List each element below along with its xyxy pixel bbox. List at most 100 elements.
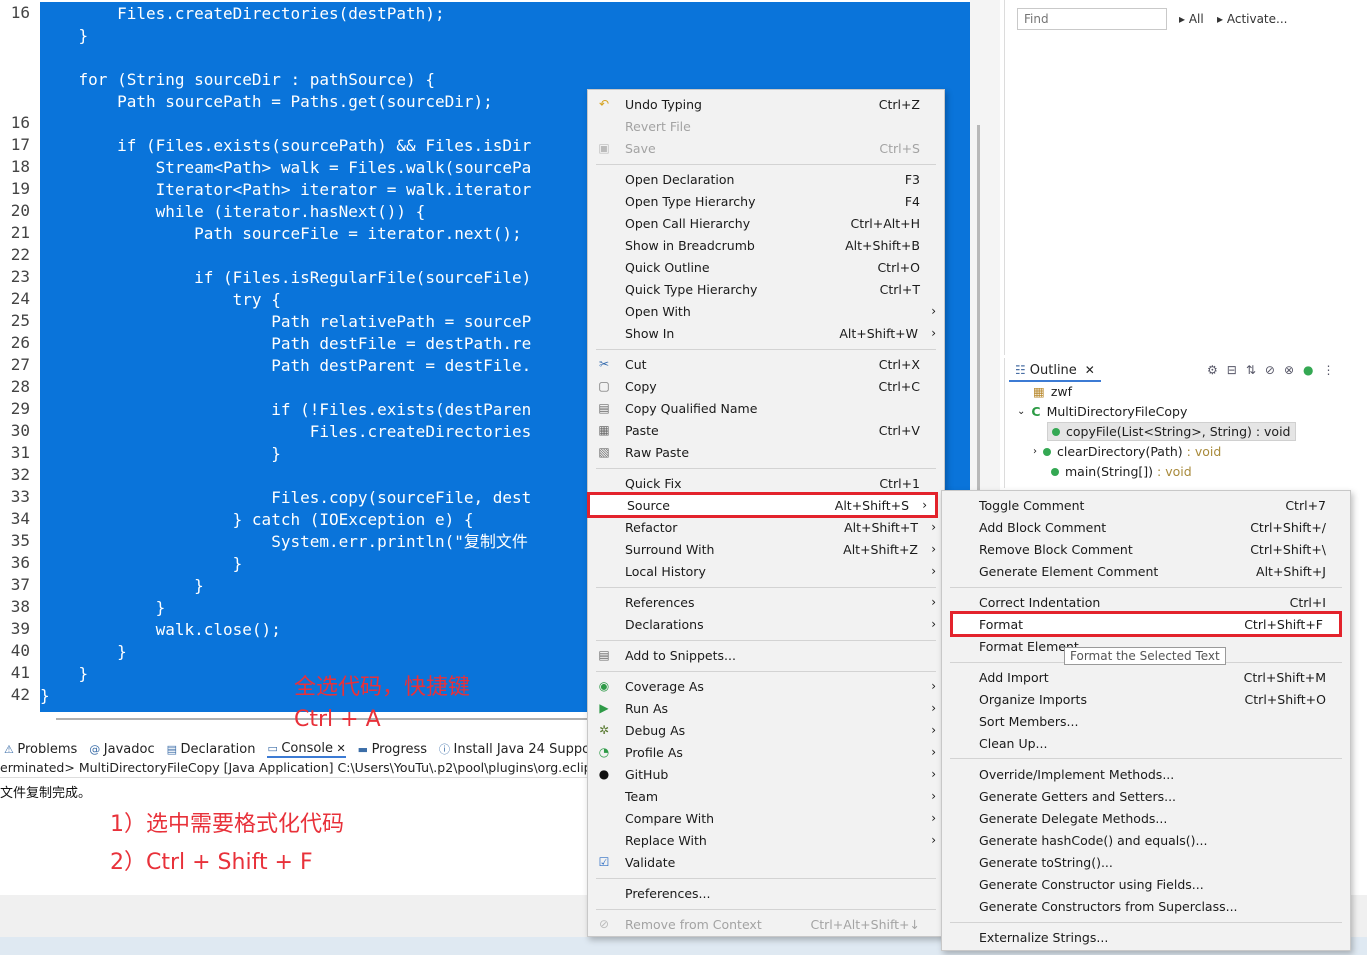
code-line[interactable]: } bbox=[40, 553, 243, 575]
menu-item-replace-with[interactable]: Replace With › bbox=[588, 829, 944, 851]
menu-item-profile-as[interactable]: ◔ Profile As › bbox=[588, 741, 944, 763]
source-item-externalize-strings[interactable]: Externalize Strings... bbox=[942, 926, 1350, 948]
menu-item-team[interactable]: Team › bbox=[588, 785, 944, 807]
tab-outline[interactable]: ☷ Outline ✕ bbox=[1009, 360, 1101, 382]
menu-item-raw-paste[interactable]: ▧ Raw Paste bbox=[588, 441, 944, 463]
tab-progress[interactable]: ▬ Progress bbox=[358, 742, 427, 757]
code-line[interactable]: for (String sourceDir : pathSource) { bbox=[40, 69, 435, 91]
menu-item-source[interactable]: Source Alt+Shift+S › bbox=[587, 492, 938, 518]
outline-item-method[interactable]: › clearDirectory(Path) : void bbox=[1033, 444, 1221, 459]
source-item-add-block-comment[interactable]: Add Block Comment Ctrl+Shift+/ bbox=[942, 516, 1350, 538]
code-line[interactable]: Stream<Path> walk = Files.walk(sourcePa bbox=[40, 157, 532, 179]
source-item-generate-delegate-methods[interactable]: Generate Delegate Methods... bbox=[942, 807, 1350, 829]
outline-item-package[interactable]: ▦ zwf bbox=[1033, 384, 1072, 399]
code-line[interactable]: } catch (IOException e) { bbox=[40, 509, 474, 531]
source-item-add-import[interactable]: Add Import Ctrl+Shift+M bbox=[942, 666, 1350, 688]
menu-item-refactor[interactable]: Refactor Alt+Shift+T › bbox=[588, 516, 944, 538]
tab-javadoc[interactable]: @ Javadoc bbox=[89, 742, 154, 757]
menu-item-run-as[interactable]: ▶ Run As › bbox=[588, 697, 944, 719]
close-icon[interactable]: ✕ bbox=[333, 742, 345, 755]
outline-item-class[interactable]: ⌄ C MultiDirectoryFileCopy bbox=[1017, 404, 1187, 419]
code-line[interactable]: } bbox=[40, 575, 204, 597]
tab-console[interactable]: ▭ Console ✕ bbox=[267, 741, 346, 758]
source-item-generate-constructor-using-fields[interactable]: Generate Constructor using Fields... bbox=[942, 873, 1350, 895]
view-menu-icon[interactable]: ⋮ bbox=[1323, 363, 1335, 377]
source-item-override-implement-methods[interactable]: Override/Implement Methods... bbox=[942, 763, 1350, 785]
code-line[interactable]: Files.copy(sourceFile, dest bbox=[40, 487, 531, 509]
menu-item-open-declaration[interactable]: Open Declaration F3 bbox=[588, 168, 944, 190]
code-line[interactable]: while (iterator.hasNext()) { bbox=[40, 201, 426, 223]
source-item-correct-indentation[interactable]: Correct Indentation Ctrl+I bbox=[942, 591, 1350, 613]
chevron-down-icon[interactable]: ⌄ bbox=[1017, 406, 1025, 417]
tab-declaration[interactable]: ▤ Declaration bbox=[167, 742, 256, 757]
source-item-sort-members[interactable]: Sort Members... bbox=[942, 710, 1350, 732]
source-item-generate-constructors-from-superclass[interactable]: Generate Constructors from Superclass... bbox=[942, 895, 1350, 917]
menu-item-undo-typing[interactable]: ↶ Undo Typing Ctrl+Z bbox=[588, 93, 944, 115]
code-line[interactable]: Path destFile = destPath.re bbox=[40, 333, 531, 355]
code-line[interactable]: Path relativePath = sourceP bbox=[40, 311, 531, 333]
find-all-link[interactable]: ▸ All bbox=[1179, 12, 1204, 26]
code-line[interactable]: walk.close(); bbox=[40, 619, 281, 641]
code-line[interactable]: } bbox=[40, 597, 166, 619]
menu-item-save[interactable]: ▣ Save Ctrl+S bbox=[588, 137, 944, 159]
menu-item-copy-qualified-name[interactable]: ▤ Copy Qualified Name bbox=[588, 397, 944, 419]
code-line[interactable]: try { bbox=[40, 289, 281, 311]
focus-icon[interactable]: ⚙ bbox=[1207, 363, 1218, 377]
code-line[interactable]: Path sourcePath = Paths.get(sourceDir); bbox=[40, 91, 493, 113]
code-line[interactable]: System.err.println("复制文件 bbox=[40, 531, 528, 553]
close-icon[interactable]: ✕ bbox=[1085, 363, 1095, 377]
code-line[interactable]: Files.createDirectories bbox=[40, 421, 532, 443]
menu-item-github[interactable]: ● GitHub › bbox=[588, 763, 944, 785]
source-item-remove-block-comment[interactable]: Remove Block Comment Ctrl+Shift+\ bbox=[942, 538, 1350, 560]
code-line[interactable]: Path destParent = destFile. bbox=[40, 355, 531, 377]
source-item-clean-up[interactable]: Clean Up... bbox=[942, 732, 1350, 754]
menu-item-open-with[interactable]: Open With › bbox=[588, 300, 944, 322]
menu-item-revert-file[interactable]: Revert File bbox=[588, 115, 944, 137]
source-item-generate-element-comment[interactable]: Generate Element Comment Alt+Shift+J bbox=[942, 560, 1350, 582]
menu-item-remove-from-context[interactable]: ⊘ Remove from Context Ctrl+Alt+Shift+↓ bbox=[588, 913, 944, 935]
collapse-all-icon[interactable]: ⊟ bbox=[1227, 363, 1237, 377]
menu-item-quick-fix[interactable]: Quick Fix Ctrl+1 bbox=[588, 472, 944, 494]
code-line[interactable]: } bbox=[40, 685, 50, 707]
menu-item-declarations[interactable]: Declarations › bbox=[588, 613, 944, 635]
menu-item-validate[interactable]: ☑ Validate bbox=[588, 851, 944, 873]
menu-item-cut[interactable]: ✂ Cut Ctrl+X bbox=[588, 353, 944, 375]
menu-item-quick-outline[interactable]: Quick Outline Ctrl+O bbox=[588, 256, 944, 278]
menu-item-compare-with[interactable]: Compare With › bbox=[588, 807, 944, 829]
menu-item-copy[interactable]: ▢ Copy Ctrl+C bbox=[588, 375, 944, 397]
outline-item-method[interactable]: main(String[]) : void bbox=[1051, 464, 1192, 479]
find-input[interactable] bbox=[1017, 8, 1167, 30]
menu-item-preferences[interactable]: Preferences... bbox=[588, 882, 944, 904]
menu-item-open-type-hierarchy[interactable]: Open Type Hierarchy F4 bbox=[588, 190, 944, 212]
menu-item-debug-as[interactable]: ✲ Debug As › bbox=[588, 719, 944, 741]
source-item-generate-getters-and-setters[interactable]: Generate Getters and Setters... bbox=[942, 785, 1350, 807]
tab-install-java-24-support[interactable]: ⓘ Install Java 24 Support bbox=[439, 741, 600, 757]
hide-nonpublic-icon[interactable]: ● bbox=[1303, 363, 1313, 377]
code-line[interactable]: if (Files.isRegularFile(sourceFile) bbox=[40, 267, 531, 289]
menu-item-references[interactable]: References › bbox=[588, 591, 944, 613]
code-line[interactable]: if (!Files.exists(destParen bbox=[40, 399, 531, 421]
menu-item-open-call-hierarchy[interactable]: Open Call Hierarchy Ctrl+Alt+H bbox=[588, 212, 944, 234]
menu-item-show-in-breadcrumb[interactable]: Show in Breadcrumb Alt+Shift+B bbox=[588, 234, 944, 256]
code-line[interactable]: Iterator<Path> iterator = walk.iterator bbox=[40, 179, 532, 201]
hide-fields-icon[interactable]: ⊘ bbox=[1265, 363, 1275, 377]
menu-item-local-history[interactable]: Local History › bbox=[588, 560, 944, 582]
source-item-generate-tostring[interactable]: Generate toString()... bbox=[942, 851, 1350, 873]
code-line[interactable]: } bbox=[40, 663, 89, 685]
tab-problems[interactable]: ⚠ Problems bbox=[4, 742, 77, 757]
sort-icon[interactable]: ⇅ bbox=[1246, 363, 1256, 377]
source-item-organize-imports[interactable]: Organize Imports Ctrl+Shift+O bbox=[942, 688, 1350, 710]
menu-item-paste[interactable]: ▦ Paste Ctrl+V bbox=[588, 419, 944, 441]
code-line[interactable]: } bbox=[40, 641, 127, 663]
chevron-right-icon[interactable]: › bbox=[1033, 446, 1037, 457]
menu-item-surround-with[interactable]: Surround With Alt+Shift+Z › bbox=[588, 538, 944, 560]
code-line[interactable]: Files.createDirectories(destPath); bbox=[40, 3, 445, 25]
find-activate-link[interactable]: ▸ Activate... bbox=[1217, 12, 1287, 26]
code-line[interactable]: if (Files.exists(sourcePath) && Files.is… bbox=[40, 135, 531, 157]
scrollbar-thumb[interactable] bbox=[977, 125, 980, 535]
source-item-generate-hashcode-and-equals[interactable]: Generate hashCode() and equals()... bbox=[942, 829, 1350, 851]
menu-item-coverage-as[interactable]: ◉ Coverage As › bbox=[588, 675, 944, 697]
code-line[interactable]: } bbox=[40, 443, 281, 465]
source-item-format[interactable]: Format Ctrl+Shift+F bbox=[950, 611, 1342, 637]
menu-item-show-in[interactable]: Show In Alt+Shift+W › bbox=[588, 322, 944, 344]
